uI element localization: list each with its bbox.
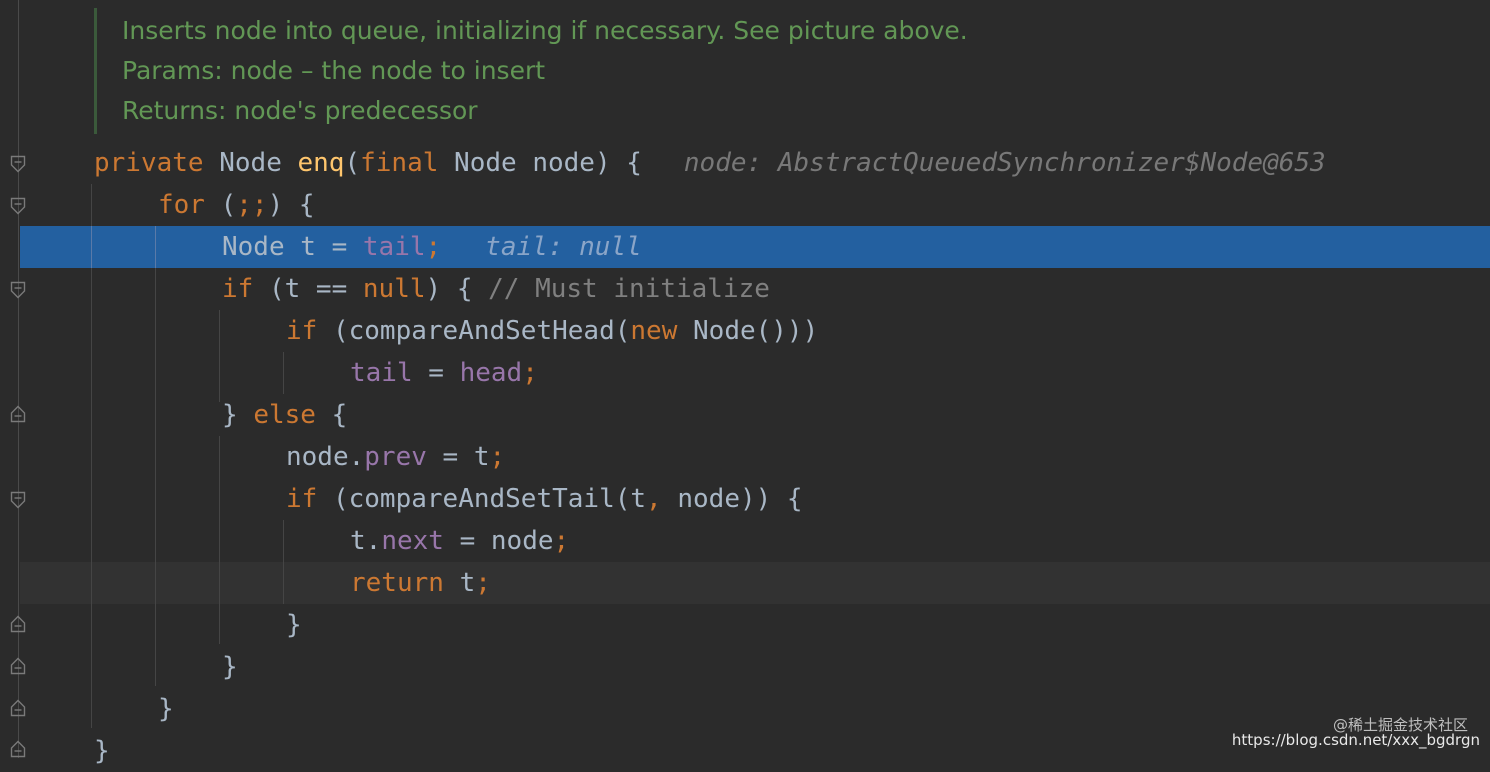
code-line[interactable]: for (;;) { — [0, 184, 1490, 226]
code-token: if — [286, 484, 318, 514]
code-token: return — [350, 568, 444, 598]
fold-end-icon[interactable] — [10, 740, 26, 758]
code-token: } — [286, 610, 302, 640]
code-line[interactable]: node.prev = t; — [0, 436, 1490, 478]
code-token: head — [459, 358, 523, 388]
code-token: enq — [297, 148, 345, 178]
indent-guide — [91, 226, 92, 268]
indent-guide — [155, 226, 156, 268]
code-line[interactable]: if (compareAndSetHead(new Node())) — [0, 310, 1490, 352]
code-token: Node())) — [677, 316, 819, 346]
javadoc-bar — [94, 8, 97, 134]
code-token: for — [158, 190, 205, 220]
fold-end-icon[interactable] — [10, 699, 26, 717]
code-token: final — [360, 148, 439, 178]
code-token: next — [381, 526, 444, 556]
code-token: private — [94, 148, 204, 178]
javadoc-line: Returns: node's predecessor — [122, 96, 478, 125]
code-token: node)) { — [661, 484, 803, 514]
caret-line[interactable]: return t; — [20, 562, 1490, 604]
code-token: else — [253, 400, 316, 430]
code-token: Node t = — [222, 232, 363, 262]
code-token: { — [315, 400, 348, 430]
code-token: prev — [364, 442, 427, 472]
code-token: Node node) { — [438, 148, 642, 178]
code-token: tail — [350, 358, 413, 388]
code-line[interactable]: private Node enq(final Node node) { node:… — [0, 142, 1490, 184]
indent-guide — [91, 562, 92, 604]
code-line[interactable]: } — [0, 688, 1490, 730]
indent-guide — [155, 562, 156, 604]
code-token: null — [362, 274, 426, 304]
code-token: = — [412, 358, 460, 388]
code-line[interactable]: tail = head; — [0, 352, 1490, 394]
fold-end-icon[interactable] — [10, 405, 26, 423]
code-token: ; — [425, 232, 442, 262]
code-token: ; — [489, 442, 506, 472]
code-comment: // Must initialize — [488, 274, 770, 304]
fold-end-icon[interactable] — [10, 615, 26, 633]
code-token: ; — [522, 358, 538, 388]
code-token: = node — [443, 526, 554, 556]
code-token: = t — [426, 442, 490, 472]
code-token: (compareAndSetTail(t — [317, 484, 647, 514]
code-token: ;; — [236, 190, 268, 220]
code-line[interactable]: if (compareAndSetTail(t, node)) { — [0, 478, 1490, 520]
code-token: ) { — [425, 274, 489, 304]
code-token: new — [630, 316, 678, 346]
watermark-url: https://blog.csdn.net/xxx_bgdrgn — [1231, 731, 1480, 749]
code-token: } — [94, 736, 110, 766]
fold-end-icon[interactable] — [10, 657, 26, 675]
code-token: (compareAndSetHead( — [317, 316, 631, 346]
fold-open-icon[interactable] — [10, 197, 26, 215]
fold-open-icon[interactable] — [10, 491, 26, 509]
debug-inline-value: node: AbstractQueuedSynchronizer$Node@65… — [683, 148, 1326, 178]
code-token: } — [222, 652, 238, 682]
code-line[interactable]: } — [0, 604, 1490, 646]
code-token: , — [646, 484, 662, 514]
code-line[interactable]: } else { — [0, 394, 1490, 436]
code-token: } — [222, 400, 254, 430]
code-token: (t == — [253, 274, 363, 304]
code-token: t. — [350, 526, 382, 556]
code-token: tail — [362, 232, 426, 262]
code-token: if — [222, 274, 254, 304]
code-token: ) { — [267, 190, 315, 220]
code-token: ; — [475, 568, 491, 598]
code-token: node. — [286, 442, 365, 472]
code-token: Node — [203, 148, 298, 178]
indent-guide — [219, 562, 220, 604]
code-line[interactable]: if (t == null) { // Must initialize — [0, 268, 1490, 310]
code-token: } — [158, 694, 174, 724]
code-token: t — [443, 568, 476, 598]
javadoc-line: Params: node – the node to insert — [122, 56, 546, 85]
code-token: ; — [553, 526, 570, 556]
code-line[interactable]: } — [0, 646, 1490, 688]
code-line[interactable]: t.next = node; — [0, 520, 1490, 562]
indent-guide — [283, 562, 284, 604]
fold-open-icon[interactable] — [10, 155, 26, 173]
code-token: ( — [204, 190, 237, 220]
code-token: ( — [344, 148, 361, 178]
current-execution-line[interactable]: Node t = tail; tail: null — [20, 226, 1490, 268]
code-token: if — [286, 316, 318, 346]
debug-inline-value: tail: null — [485, 232, 642, 262]
javadoc-line: Inserts node into queue, initializing if… — [122, 16, 968, 45]
fold-open-icon[interactable] — [10, 281, 26, 299]
